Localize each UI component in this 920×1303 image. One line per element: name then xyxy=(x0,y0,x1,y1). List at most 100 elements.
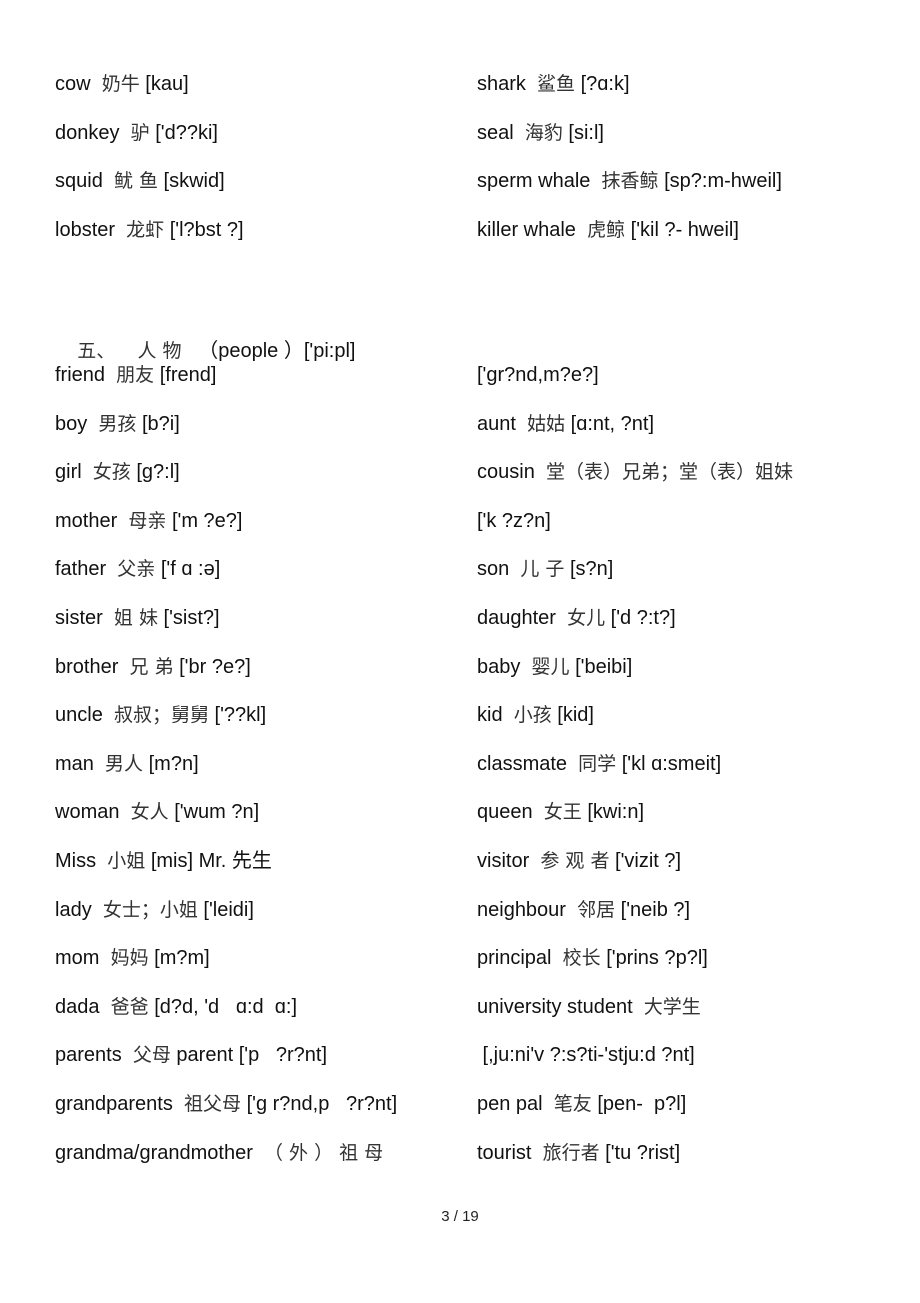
vocab-english: woman xyxy=(55,801,120,824)
vocab-phonetic: [ɡ?:l] xyxy=(136,461,180,484)
vocab-phonetic: ['br ?e?] xyxy=(179,655,251,678)
vocab-english: son xyxy=(477,558,510,581)
vocab-english: uncle xyxy=(55,704,103,727)
vocab-english: shark xyxy=(477,73,526,95)
vocab-chinese: 旅行者 xyxy=(542,1141,600,1164)
vocab-english: sperm whale xyxy=(477,170,591,192)
vocab-chinese: 虎鲸 xyxy=(587,218,626,241)
vocab-english: squid xyxy=(55,170,103,192)
vocab-phonetic: ['tu ?rist] xyxy=(605,1141,681,1164)
vocab-phonetic: [sp?:m-hweil] xyxy=(664,170,782,192)
vocab-entry: grandparents 祖父母 ['ɡ r?nd,p ?r?nt] xyxy=(55,1091,397,1117)
vocab-entry: queen 女王 [kwi:n] xyxy=(477,799,644,825)
section-title-en: （people ） xyxy=(198,340,304,362)
vocab-phonetic: ['l?bst ?] xyxy=(169,218,244,241)
vocab-chinese: 兄 弟 xyxy=(129,655,174,678)
vocab-chinese: 邻居 xyxy=(577,898,616,921)
vocab-english: Miss xyxy=(55,850,97,872)
vocab-chinese: 叔叔；舅舅 xyxy=(113,704,209,727)
vocab-entry: university student 大学生 xyxy=(477,994,701,1020)
vocab-chinese: 姐 妹 xyxy=(113,607,158,629)
vocab-entry: kid 小孩 [kid] xyxy=(477,702,594,728)
vocab-english: parents xyxy=(55,1044,122,1067)
vocab-english: classmate xyxy=(477,752,568,775)
vocab-english: university student xyxy=(477,995,633,1018)
vocab-english: dada xyxy=(55,995,100,1018)
page-current: 3 xyxy=(441,1208,450,1225)
vocab-phonetic: parent ['p ?r?nt] xyxy=(176,1044,327,1067)
vocab-chinese: 姑姑 xyxy=(527,412,566,435)
vocab-entry: lobster 龙虾 ['l?bst ?] xyxy=(55,217,244,243)
vocab-english: donkey xyxy=(55,121,120,144)
vocab-entry: cousin 堂（表）兄弟；堂（表）姐妹 xyxy=(477,459,793,485)
vocab-phonetic: [ɑ:nt, ?nt] xyxy=(570,412,655,435)
vocab-chinese: 父亲 xyxy=(117,558,156,581)
page-footer: 3 / 19 xyxy=(0,1208,920,1225)
vocab-entry: [,ju:ni'v ?:s?ti-'stju:d ?nt] xyxy=(477,1042,695,1068)
vocab-chinese: 海豹 xyxy=(524,121,563,144)
vocab-phonetic: ['beibi] xyxy=(575,655,633,678)
vocab-english: queen xyxy=(477,801,533,824)
vocab-phonetic: ['d??ki] xyxy=(155,121,218,144)
vocab-phonetic: ['m ?e?] xyxy=(171,509,243,532)
vocab-entry: pen pal 笔友 [pen- p?l] xyxy=(477,1091,686,1117)
vocab-chinese: 鱿 鱼 xyxy=(113,170,158,192)
vocab-entry: tourist 旅行者 ['tu ?rist] xyxy=(477,1140,680,1166)
vocab-entry: boy 男孩 [b?i] xyxy=(55,411,180,437)
vocab-english: man xyxy=(55,752,94,775)
vocab-phonetic: ['wum ?n] xyxy=(174,801,260,824)
vocab-chinese: 妈妈 xyxy=(110,947,149,970)
vocab-chinese: 小孩 xyxy=(513,704,552,727)
vocab-english: kid xyxy=(477,704,503,727)
vocab-chinese: 女王 xyxy=(543,801,582,824)
vocab-chinese: 奶牛 xyxy=(101,73,140,95)
vocab-entry: grandma/grandmother （ 外 ） 祖 母 xyxy=(55,1140,383,1166)
vocab-english: neighbour xyxy=(477,898,566,921)
vocab-entry: girl 女孩 [ɡ?:l] xyxy=(55,459,180,485)
vocab-chinese: 校长 xyxy=(562,947,601,970)
vocab-english: pen pal xyxy=(477,1093,543,1115)
vocab-phonetic: ['ɡr?nd,m?e?] xyxy=(477,364,599,386)
vocab-chinese: 鲨鱼 xyxy=(537,73,576,95)
vocab-chinese: 朋友 xyxy=(116,364,155,386)
vocab-phonetic: [skwid] xyxy=(163,170,225,192)
vocab-entry: dada 爸爸 [d?d, 'd ɑ:d ɑ:] xyxy=(55,994,297,1020)
vocab-english: friend xyxy=(55,364,106,386)
vocab-chinese: 龙虾 xyxy=(126,218,165,241)
vocab-english: principal xyxy=(477,947,552,970)
vocab-entry: son 儿 子 [s?n] xyxy=(477,556,613,582)
vocab-chinese: 祖父母 xyxy=(184,1093,242,1115)
vocab-english: grandma/grandmother xyxy=(55,1141,253,1164)
vocab-entry: visitor 参 观 者 ['vizit ?] xyxy=(477,848,681,874)
vocab-phonetic: ['neib ?] xyxy=(620,898,691,921)
vocab-phonetic: [pen- p?l] xyxy=(597,1093,687,1115)
vocab-entry: ['ɡr?nd,m?e?] xyxy=(477,362,599,388)
vocab-english: mom xyxy=(55,947,100,970)
vocab-phonetic: ['kl ɑ:smeit] xyxy=(621,752,722,775)
vocab-phonetic: ['k ?z?n] xyxy=(477,509,551,532)
vocab-entry: squid 鱿 鱼 [skwid] xyxy=(55,168,225,194)
vocab-english: aunt xyxy=(477,412,516,435)
section-title-zh: 人 物 xyxy=(137,340,182,362)
vocab-chinese: 同学 xyxy=(578,752,617,775)
vocab-entry: killer whale 虎鲸 ['kil ?- hweil] xyxy=(477,217,739,243)
vocab-english: boy xyxy=(55,412,88,435)
vocab-phonetic: ['f ɑ :ə] xyxy=(160,558,221,581)
vocab-english: girl xyxy=(55,461,82,484)
vocab-phonetic: [si:l] xyxy=(568,121,604,144)
vocab-entry: mom 妈妈 [m?m] xyxy=(55,945,210,971)
vocab-chinese: 女儿 xyxy=(567,607,606,629)
vocab-phonetic: ['sist?] xyxy=(163,607,220,629)
vocab-chinese: 女人 xyxy=(130,801,169,824)
vocab-phonetic: [mis] Mr. 先生 xyxy=(150,850,272,872)
vocab-chinese: 女孩 xyxy=(92,461,131,484)
vocab-entry: donkey 驴 ['d??ki] xyxy=(55,120,218,146)
vocab-chinese: 笔友 xyxy=(553,1093,592,1115)
vocab-english: baby xyxy=(477,655,521,678)
vocab-chinese: 抹香鲸 xyxy=(601,170,659,192)
vocab-entry: uncle 叔叔；舅舅 ['??kl] xyxy=(55,702,266,728)
vocab-english: visitor xyxy=(477,850,530,872)
vocab-english: mother xyxy=(55,509,118,532)
vocab-phonetic: ['leidi] xyxy=(203,898,254,921)
vocab-entry: daughter 女儿 ['d ?:t?] xyxy=(477,605,676,631)
